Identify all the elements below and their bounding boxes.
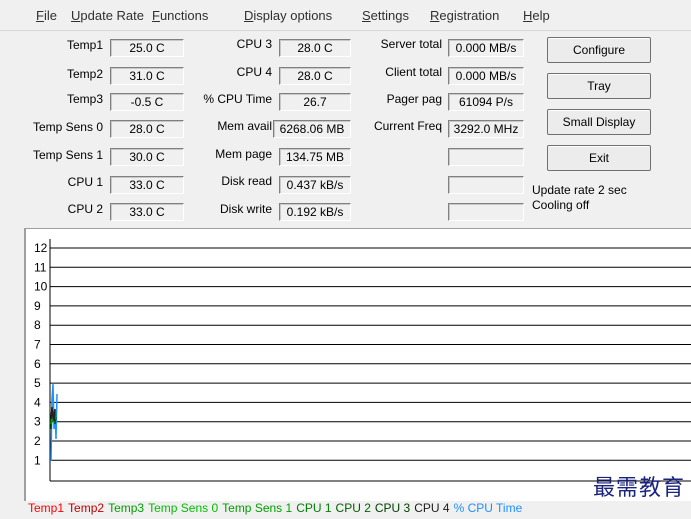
- reading-label: CPU 4: [236, 65, 272, 79]
- reading-label: Disk write: [219, 202, 272, 216]
- reading-value: -0.5 C: [110, 93, 184, 111]
- cooling-status: Cooling off: [532, 198, 590, 212]
- legend-entry: Temp1: [28, 501, 65, 515]
- small-display-button-label: Small Display: [562, 115, 636, 129]
- reading-label: Temp Sens 0: [32, 120, 103, 134]
- reading-value: 0.192 kB/s: [279, 203, 351, 221]
- exit-button[interactable]: Exit: [547, 145, 651, 171]
- graph-legend: Temp1 Temp2 Temp3 Temp Sens 0 Temp Sens 1 CPU…: [28, 501, 526, 515]
- reading-label: Client total: [385, 65, 442, 79]
- reading-label: CPU 3: [236, 37, 272, 51]
- configure-button-label: Configure: [572, 43, 626, 57]
- reading-value: 25.0 C: [110, 39, 184, 57]
- reading-label: Temp2: [66, 67, 103, 81]
- reading-value: 30.0 C: [110, 148, 184, 166]
- reading-value: 33.0 C: [110, 203, 184, 221]
- reading-label: Pager pag: [386, 92, 442, 106]
- reading-label: Temp1: [66, 38, 103, 52]
- y-tick-label: 6: [34, 357, 41, 371]
- y-tick-label: 10: [34, 280, 48, 294]
- reading-label: CPU 1: [67, 175, 103, 189]
- y-tick-label: 2: [34, 434, 41, 448]
- y-tick-label: 9: [34, 299, 41, 313]
- reading-label: Temp Sens 1: [32, 148, 103, 162]
- menu-file[interactable]: File: [36, 8, 57, 23]
- reading-label: CPU 2: [67, 202, 103, 216]
- legend-entry: Temp2: [68, 501, 105, 515]
- menu-functions[interactable]: Functions: [152, 8, 208, 23]
- reading-value-empty: [448, 148, 524, 166]
- y-tick-label: 5: [34, 376, 41, 390]
- reading-label: Mem page: [215, 147, 272, 161]
- readings-panel: Temp1 25.0 C Temp2 31.0 C Temp3 -0.5 C T…: [0, 31, 691, 228]
- y-tick-label: 4: [34, 395, 41, 409]
- reading-value: 33.0 C: [110, 176, 184, 194]
- reading-label: % CPU Time: [203, 92, 272, 106]
- reading-value: 0.000 MB/s: [448, 67, 524, 85]
- y-tick-label: 1: [34, 453, 41, 467]
- reading-label: Server total: [380, 37, 442, 51]
- reading-value: 26.7: [279, 93, 351, 111]
- reading-label: Disk read: [221, 174, 272, 188]
- tray-button[interactable]: Tray: [547, 73, 651, 99]
- reading-value: 28.0 C: [279, 39, 351, 57]
- legend-entry: CPU 1: [296, 501, 332, 515]
- reading-value: 3292.0 MHz: [448, 120, 524, 138]
- legend-entry: CPU 3: [374, 501, 411, 515]
- y-tick-label: 3: [34, 415, 41, 429]
- menu-display-options[interactable]: Display options: [244, 8, 332, 23]
- update-rate-status: Update rate 2 sec: [532, 183, 627, 197]
- reading-value: 0.000 MB/s: [448, 39, 524, 57]
- menu-help[interactable]: Help: [523, 8, 550, 23]
- reading-label: Mem avail: [217, 119, 272, 133]
- watermark-text: 最需教育: [592, 476, 685, 501]
- reading-value: 28.0 C: [110, 120, 184, 138]
- legend-entry: Temp Sens 0: [148, 501, 219, 515]
- exit-button-label: Exit: [588, 151, 609, 165]
- tray-button-label: Tray: [587, 79, 611, 93]
- y-tick-label: 7: [34, 338, 41, 352]
- menu-bar: File Update Rate Functions Display optio…: [0, 0, 691, 31]
- reading-value: 28.0 C: [279, 67, 351, 85]
- legend-entry: Temp3: [108, 501, 145, 515]
- reading-label: Current Freq: [373, 119, 442, 133]
- y-tick-label: 8: [34, 318, 41, 332]
- reading-value: 0.437 kB/s: [279, 176, 351, 194]
- legend-entry: % CPU Time: [453, 501, 523, 515]
- legend-entry: CPU 2: [335, 501, 371, 515]
- reading-value: 134.75 MB: [279, 148, 351, 166]
- reading-label: Temp3: [66, 92, 103, 106]
- reading-value-empty: [448, 176, 524, 194]
- reading-value: 61094 P/s: [448, 93, 524, 111]
- y-tick-label: 11: [34, 260, 47, 274]
- legend-entry: Temp Sens 1: [222, 501, 293, 515]
- menu-registration[interactable]: Registration: [430, 8, 499, 23]
- reading-value: 31.0 C: [110, 67, 184, 85]
- history-graph: 12 11 10 9 8 7 6 5 4 3 2 1: [24, 228, 691, 501]
- y-tick-label: 12: [34, 241, 48, 255]
- configure-button[interactable]: Configure: [547, 37, 651, 63]
- history-graph-svg: 12 11 10 9 8 7 6 5 4 3 2 1: [34, 239, 691, 482]
- reading-value-empty: [448, 203, 524, 221]
- reading-value: 6268.06 MB: [273, 120, 351, 138]
- menu-settings[interactable]: Settings: [362, 8, 409, 23]
- small-display-button[interactable]: Small Display: [547, 109, 651, 135]
- menu-update-rate[interactable]: Update Rate: [71, 8, 144, 23]
- legend-entry: CPU 4: [414, 501, 450, 515]
